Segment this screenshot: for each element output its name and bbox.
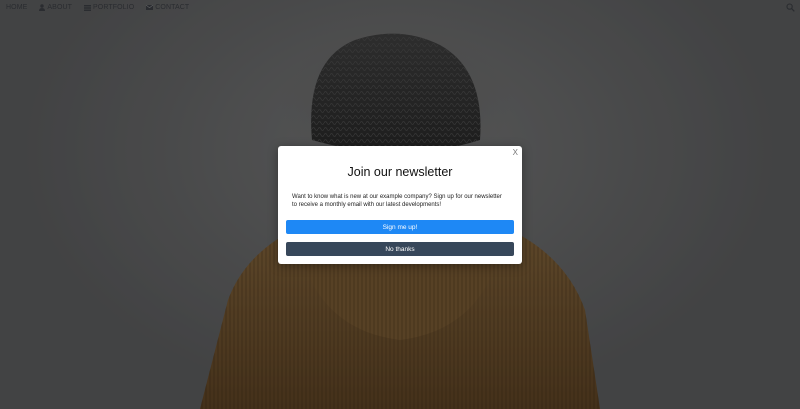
nav-item-label: PORTFOLIO <box>93 4 135 11</box>
user-icon <box>39 4 46 11</box>
close-button[interactable]: X <box>513 149 518 157</box>
nav-item-portfolio[interactable]: PORTFOLIO <box>84 4 134 11</box>
newsletter-modal: X Join our newsletter Want to know what … <box>278 146 522 264</box>
nav-item-home[interactable]: HOME <box>6 4 27 11</box>
page: HOME ABOUT PORTFOLIO CONTACT X Join our … <box>0 0 800 409</box>
top-navbar: HOME ABOUT PORTFOLIO CONTACT <box>0 0 800 15</box>
nav-item-about[interactable]: ABOUT <box>39 4 72 11</box>
nav-item-label: CONTACT <box>155 4 190 11</box>
modal-description: Want to know what is new at our example … <box>292 194 502 208</box>
no-thanks-button[interactable]: No thanks <box>286 242 514 256</box>
envelope-icon <box>146 5 154 10</box>
th-icon <box>84 4 92 11</box>
search-icon[interactable] <box>786 3 795 12</box>
sign-up-button[interactable]: Sign me up! <box>286 220 514 234</box>
nav-item-label: HOME <box>6 4 28 11</box>
modal-title: Join our newsletter <box>347 165 453 179</box>
nav-item-label: ABOUT <box>47 4 73 11</box>
nav-item-contact[interactable]: CONTACT <box>146 4 189 11</box>
